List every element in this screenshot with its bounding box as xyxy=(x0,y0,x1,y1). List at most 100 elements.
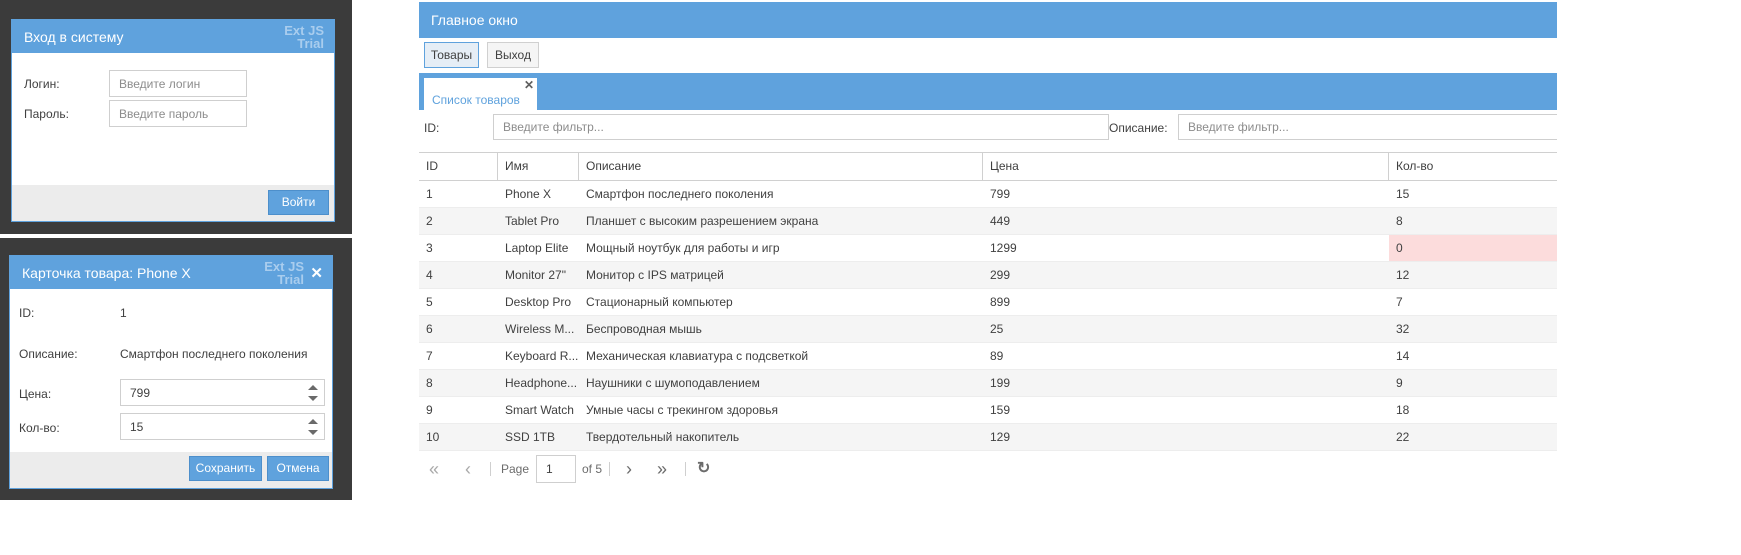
table-row[interactable]: 5 Desktop Pro Стационарный компьютер 899 7 xyxy=(419,289,1557,316)
table-row[interactable]: 1 Phone X Смартфон последнего поколения 799… xyxy=(419,181,1557,208)
main-window-header: Главное окно xyxy=(419,2,1557,38)
login-window: Вход в систему Ext JS Trial Логин: Введи… xyxy=(11,19,335,222)
cell-description: Монитор с IPS матрицей xyxy=(586,268,724,282)
cell-qty: 14 xyxy=(1396,349,1410,363)
close-icon[interactable]: ✕ xyxy=(524,78,534,92)
table-row[interactable]: 10 SSD 1TB Твердотельный накопитель 129 22 xyxy=(419,424,1557,451)
grid-body: 1 Phone X Смартфон последнего поколения 799… xyxy=(419,181,1557,451)
pager-separator xyxy=(609,462,610,476)
table-row[interactable]: 7 Keyboard R... Механическая клавиатура с … xyxy=(419,343,1557,370)
next-page-icon[interactable]: › xyxy=(626,455,632,483)
last-page-icon[interactable]: » xyxy=(657,455,667,483)
table-row[interactable]: 4 Monitor 27" Монитор с IPS матрицей 299 12 xyxy=(419,262,1557,289)
cell-qty: 9 xyxy=(1396,376,1403,390)
cell-id: 2 xyxy=(426,214,433,228)
products-button[interactable]: Товары xyxy=(424,42,479,68)
cell-qty: 22 xyxy=(1396,430,1410,444)
cell-id: 8 xyxy=(426,376,433,390)
trial-watermark: Ext JS Trial xyxy=(264,260,304,286)
cell-price: 799 xyxy=(990,187,1011,201)
cancel-button[interactable]: Отмена xyxy=(267,456,329,481)
cell-name: Laptop Elite xyxy=(505,241,569,255)
table-row[interactable]: 3 Laptop Elite Мощный ноутбук для работы и… xyxy=(419,235,1557,262)
login-window-header[interactable]: Вход в систему Ext JS Trial xyxy=(12,20,334,53)
column-header-description[interactable]: Описание xyxy=(579,153,983,180)
cell-qty: 0 xyxy=(1389,235,1557,261)
cell-description: Умные часы с трекингом здоровья xyxy=(586,403,778,417)
card-footer: Сохранить Отмена xyxy=(10,452,332,488)
cell-price: 899 xyxy=(990,295,1011,309)
first-page-icon[interactable]: « xyxy=(429,455,439,483)
cell-description: Смартфон последнего поколения xyxy=(586,187,774,201)
cell-id: 3 xyxy=(426,241,433,255)
cell-description: Беспроводная мышь xyxy=(586,322,702,336)
filter-id-input[interactable]: Введите фильтр... xyxy=(493,114,1109,140)
cell-qty: 15 xyxy=(1396,187,1410,201)
products-grid: ID Имя Описание Цена Кол-во 1 Phone X Смар… xyxy=(419,152,1557,451)
cell-id: 5 xyxy=(426,295,433,309)
prev-page-icon[interactable]: ‹ xyxy=(465,455,471,483)
card-id-label: ID: xyxy=(19,306,35,320)
spinner-arrows-icon[interactable] xyxy=(308,384,318,401)
card-price-field[interactable]: 799 xyxy=(120,379,325,406)
login-footer: Войти xyxy=(12,185,334,221)
refresh-icon[interactable]: ↻ xyxy=(697,455,710,483)
product-card-header[interactable]: Карточка товара: Phone X Ext JS Trial ✕ xyxy=(10,256,332,289)
column-header-qty[interactable]: Кол-во xyxy=(1389,153,1557,180)
cell-name: Keyboard R... xyxy=(505,349,579,363)
exit-button[interactable]: Выход xyxy=(487,42,539,68)
table-row[interactable]: 9 Smart Watch Умные часы с трекингом здоро… xyxy=(419,397,1557,424)
cell-qty: 32 xyxy=(1396,322,1410,336)
card-qty-field[interactable]: 15 xyxy=(120,413,325,440)
card-price-value: 799 xyxy=(130,385,151,400)
close-icon[interactable]: ✕ xyxy=(310,264,323,282)
tab-product-list[interactable]: Список товаров ✕ xyxy=(424,78,537,110)
cell-name: Tablet Pro xyxy=(505,214,560,228)
column-header-name[interactable]: Имя xyxy=(498,153,579,180)
column-header-id[interactable]: ID xyxy=(419,153,498,180)
cell-name: Headphone... xyxy=(505,376,578,390)
save-button[interactable]: Сохранить xyxy=(189,456,262,481)
password-label: Пароль: xyxy=(24,107,69,121)
card-desc-label: Описание: xyxy=(19,347,78,361)
cell-name: Wireless M... xyxy=(505,322,575,336)
cell-id: 10 xyxy=(426,430,440,444)
table-row[interactable]: 8 Headphone... Наушники с шумоподавлением 1… xyxy=(419,370,1557,397)
cell-qty: 7 xyxy=(1396,295,1403,309)
cell-id: 7 xyxy=(426,349,433,363)
table-row[interactable]: 6 Wireless M... Беспроводная мышь 25 32 xyxy=(419,316,1557,343)
card-qty-label: Кол-во: xyxy=(19,421,60,435)
pager-separator xyxy=(490,462,491,476)
cell-name: Desktop Pro xyxy=(505,295,572,309)
paging-toolbar: « ‹ Page 1 of 5 › » ↻ xyxy=(419,455,1557,483)
page-label: Page xyxy=(501,462,530,476)
card-price-label: Цена: xyxy=(19,387,52,401)
card-desc-value: Смартфон последнего поколения xyxy=(120,347,308,361)
tab-bar: Список товаров ✕ xyxy=(419,73,1557,110)
cell-id: 9 xyxy=(426,403,433,417)
login-label: Логин: xyxy=(24,77,60,91)
password-input[interactable]: Введите пароль xyxy=(109,100,247,127)
page-count-label: of 5 xyxy=(582,462,603,476)
cell-price: 1299 xyxy=(990,241,1017,255)
login-submit-button[interactable]: Войти xyxy=(268,190,329,215)
cell-price: 89 xyxy=(990,349,1004,363)
trial-watermark: Ext JS Trial xyxy=(284,24,324,50)
cell-qty: 12 xyxy=(1396,268,1410,282)
cell-name: Phone X xyxy=(505,187,552,201)
cell-name: SSD 1TB xyxy=(505,430,556,444)
login-input[interactable]: Введите логин xyxy=(109,70,247,97)
spinner-arrows-icon[interactable] xyxy=(308,418,318,435)
cell-name: Smart Watch xyxy=(505,403,574,417)
cell-id: 1 xyxy=(426,187,433,201)
filter-desc-input[interactable]: Введите фильтр... xyxy=(1178,114,1557,140)
cell-id: 6 xyxy=(426,322,433,336)
page-number-input[interactable]: 1 xyxy=(536,455,576,483)
table-row[interactable]: 2 Tablet Pro Планшет с высоким разрешением… xyxy=(419,208,1557,235)
trial-line-2: Trial xyxy=(277,272,304,287)
product-card-window: Карточка товара: Phone X Ext JS Trial ✕ … xyxy=(9,255,333,489)
cell-description: Твердотельный накопитель xyxy=(586,430,740,444)
column-header-price[interactable]: Цена xyxy=(983,153,1389,180)
pager-separator xyxy=(685,462,686,476)
cell-price: 159 xyxy=(990,403,1011,417)
